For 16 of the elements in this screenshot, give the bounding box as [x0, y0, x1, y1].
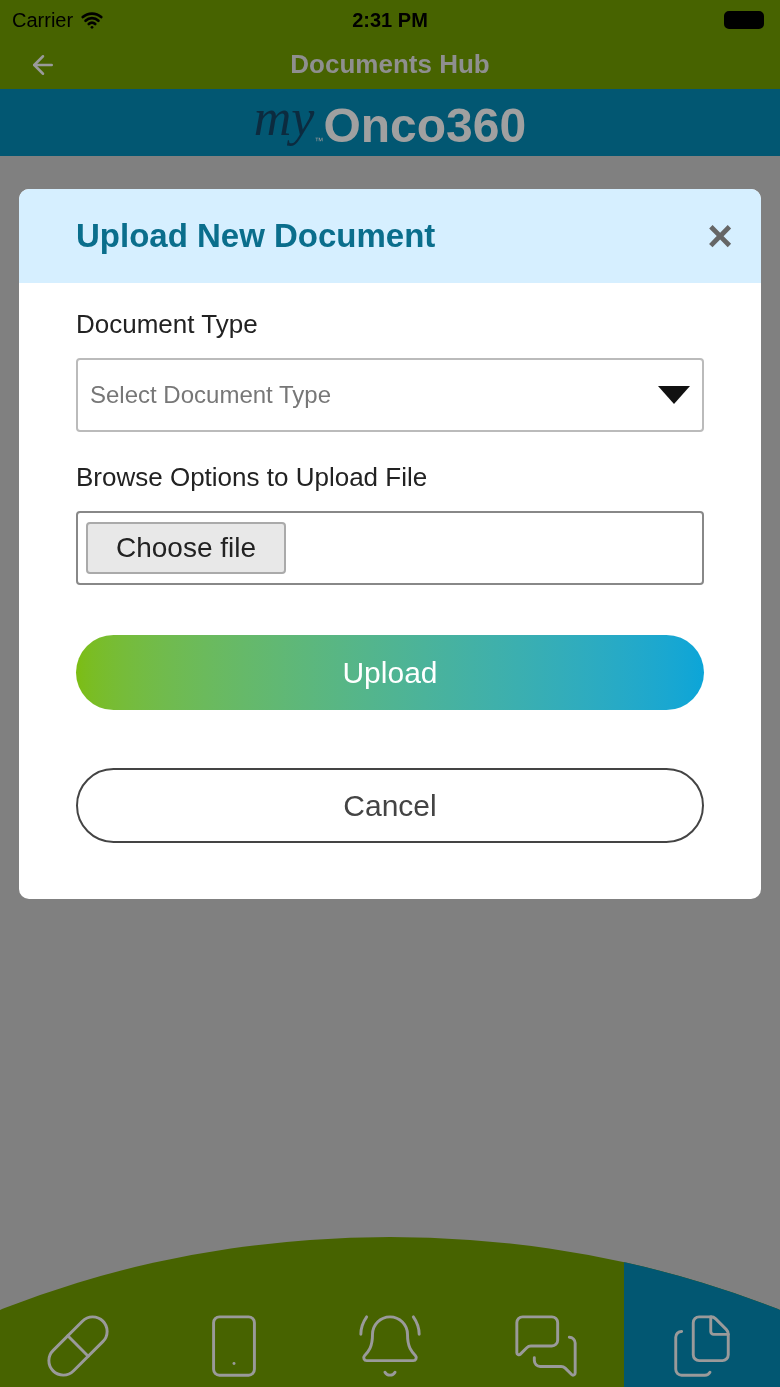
choose-file-button[interactable]: Choose file — [86, 522, 287, 574]
caret-icon — [658, 386, 690, 404]
carrier-label: Carrier — [12, 8, 74, 33]
logo-wordmark: Onco360 — [323, 100, 527, 152]
cancel-button[interactable]: Cancel — [76, 768, 704, 843]
document-type-select[interactable]: Select Document Type — [76, 358, 704, 432]
dialog-title: Upload New Document — [76, 216, 436, 257]
battery-icon — [724, 11, 764, 29]
close-button[interactable]: × — [707, 214, 733, 258]
field-label: Browse Options to Upload File — [76, 461, 429, 494]
wifi-icon — [81, 9, 104, 31]
field-label: Document Type — [76, 308, 259, 341]
nav-title: Documents Hub — [290, 48, 490, 81]
file-field[interactable]: Choose file — [76, 511, 704, 585]
clock: 2:31 PM — [352, 8, 428, 33]
trademark: ™ — [314, 135, 324, 148]
